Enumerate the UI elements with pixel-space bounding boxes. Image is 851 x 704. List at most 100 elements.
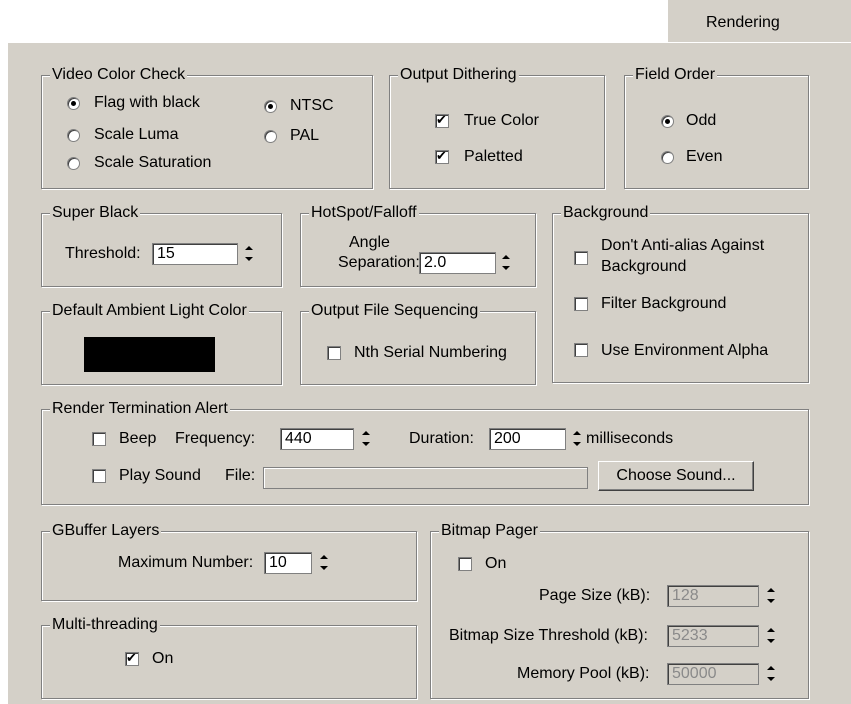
duration-spinner[interactable]	[571, 428, 583, 450]
maximum-number-field[interactable]: 10	[264, 552, 312, 574]
spinner-down-icon[interactable]	[318, 563, 330, 574]
hotspot-falloff-group: HotSpot/Falloff	[300, 204, 536, 287]
choose-sound-button[interactable]: Choose Sound...	[598, 461, 754, 491]
spinner-up-icon[interactable]	[360, 428, 372, 439]
spinner-down-icon[interactable]	[571, 439, 583, 450]
odd-radio[interactable]	[661, 115, 674, 128]
frequency-field[interactable]: 440	[280, 428, 354, 450]
file-label: File:	[225, 467, 256, 484]
filter-background-checkbox[interactable]	[574, 297, 588, 311]
bitmap-size-threshold-label: Bitmap Size Threshold (kB):	[449, 627, 648, 644]
beep-checkbox[interactable]	[92, 432, 106, 446]
group-title: HotSpot/Falloff	[309, 204, 419, 222]
rendering-panel: Video Color Check Flag with black Scale …	[8, 42, 851, 704]
group-title: Render Termination Alert	[50, 400, 230, 418]
group-title: Bitmap Pager	[439, 522, 540, 540]
angle-separation-spinner[interactable]	[500, 252, 512, 274]
play-sound-checkbox[interactable]	[92, 469, 106, 483]
nth-serial-label: Nth Serial Numbering	[354, 344, 507, 361]
group-title: Super Black	[50, 204, 141, 222]
flag-with-black-radio[interactable]	[67, 97, 80, 110]
use-environment-alpha-checkbox[interactable]	[574, 343, 588, 357]
true-color-label: True Color	[464, 112, 539, 129]
output-dithering-group: Output Dithering	[389, 66, 605, 189]
threshold-field[interactable]: 15	[152, 243, 238, 265]
page: Rendering Video Color Check Flag with bl…	[0, 0, 851, 704]
bitmap-pager-on-label: On	[485, 555, 507, 572]
memory-pool-spinner[interactable]	[765, 663, 777, 685]
group-title: Default Ambient Light Color	[50, 302, 249, 320]
scale-saturation-radio[interactable]	[67, 157, 80, 170]
pal-radio[interactable]	[264, 130, 277, 143]
even-label: Even	[686, 148, 723, 165]
spinner-up-icon[interactable]	[500, 252, 512, 263]
filter-background-label: Filter Background	[601, 295, 727, 312]
duration-field[interactable]: 200	[489, 428, 566, 450]
group-title: Output File Sequencing	[309, 302, 481, 320]
spinner-up-icon[interactable]	[571, 428, 583, 439]
page-size-label: Page Size (kB):	[539, 587, 651, 604]
bitmap-size-threshold-field[interactable]: 5233	[667, 625, 759, 647]
group-title: Video Color Check	[50, 66, 188, 84]
duration-label: Duration:	[409, 430, 474, 447]
spinner-up-icon[interactable]	[765, 663, 777, 674]
dont-antialias-checkbox[interactable]	[574, 251, 588, 265]
group-title: GBuffer Layers	[50, 522, 162, 540]
dont-antialias-label-1: Don't Anti-alias Against	[601, 237, 765, 254]
threshold-spinner[interactable]	[243, 243, 255, 265]
multithreading-on-label: On	[152, 650, 174, 667]
field-order-group: Field Order	[624, 66, 809, 189]
spinner-down-icon[interactable]	[500, 263, 512, 274]
group-title: Field Order	[633, 66, 718, 84]
paletted-checkbox[interactable]	[435, 148, 449, 164]
true-color-checkbox[interactable]	[435, 112, 449, 128]
multi-threading-group: Multi-threading	[41, 616, 417, 699]
spinner-up-icon[interactable]	[318, 552, 330, 563]
angle-label: Angle	[349, 234, 390, 251]
spinner-down-icon[interactable]	[765, 636, 777, 647]
bitmap-size-threshold-spinner[interactable]	[765, 625, 777, 647]
page-size-spinner[interactable]	[765, 585, 777, 607]
bitmap-pager-on-checkbox[interactable]	[458, 557, 472, 571]
use-environment-alpha-label: Use Environment Alpha	[601, 342, 769, 359]
milliseconds-label: milliseconds	[586, 430, 674, 447]
tab-label: Rendering	[706, 14, 780, 31]
scale-luma-label: Scale Luma	[94, 126, 179, 143]
scale-luma-radio[interactable]	[67, 129, 80, 142]
even-radio[interactable]	[661, 151, 674, 164]
threshold-label: Threshold:	[65, 245, 141, 262]
spinner-up-icon[interactable]	[765, 585, 777, 596]
ntsc-label: NTSC	[290, 97, 334, 114]
multithreading-on-checkbox[interactable]	[125, 650, 139, 666]
nth-serial-checkbox[interactable]	[327, 346, 341, 360]
separation-label: Separation:	[338, 254, 420, 271]
tab-rendering[interactable]: Rendering	[667, 0, 851, 43]
frequency-spinner[interactable]	[360, 428, 372, 450]
scale-saturation-label: Scale Saturation	[94, 154, 212, 171]
spinner-up-icon[interactable]	[765, 625, 777, 636]
maximum-number-spinner[interactable]	[318, 552, 330, 574]
flag-with-black-label: Flag with black	[94, 94, 200, 111]
paletted-label: Paletted	[464, 148, 523, 165]
dont-antialias-label-2: Background	[601, 258, 687, 275]
play-sound-label: Play Sound	[119, 467, 201, 484]
spinner-down-icon[interactable]	[360, 439, 372, 450]
group-title: Background	[561, 204, 651, 222]
group-title: Output Dithering	[398, 66, 519, 84]
pal-label: PAL	[290, 127, 320, 144]
spinner-down-icon[interactable]	[765, 674, 777, 685]
page-size-field[interactable]: 128	[667, 585, 759, 607]
ambient-color-swatch[interactable]	[84, 337, 215, 372]
angle-separation-field[interactable]: 2.0	[419, 252, 496, 274]
odd-label: Odd	[686, 112, 717, 129]
maximum-number-label: Maximum Number:	[118, 554, 254, 571]
frequency-label: Frequency:	[175, 430, 256, 447]
ntsc-radio[interactable]	[264, 100, 277, 113]
group-title: Multi-threading	[50, 616, 160, 634]
spinner-down-icon[interactable]	[243, 254, 255, 265]
memory-pool-field[interactable]: 50000	[667, 663, 759, 685]
spinner-up-icon[interactable]	[243, 243, 255, 254]
beep-label: Beep	[119, 430, 157, 447]
sound-file-field[interactable]	[263, 467, 588, 489]
spinner-down-icon[interactable]	[765, 596, 777, 607]
